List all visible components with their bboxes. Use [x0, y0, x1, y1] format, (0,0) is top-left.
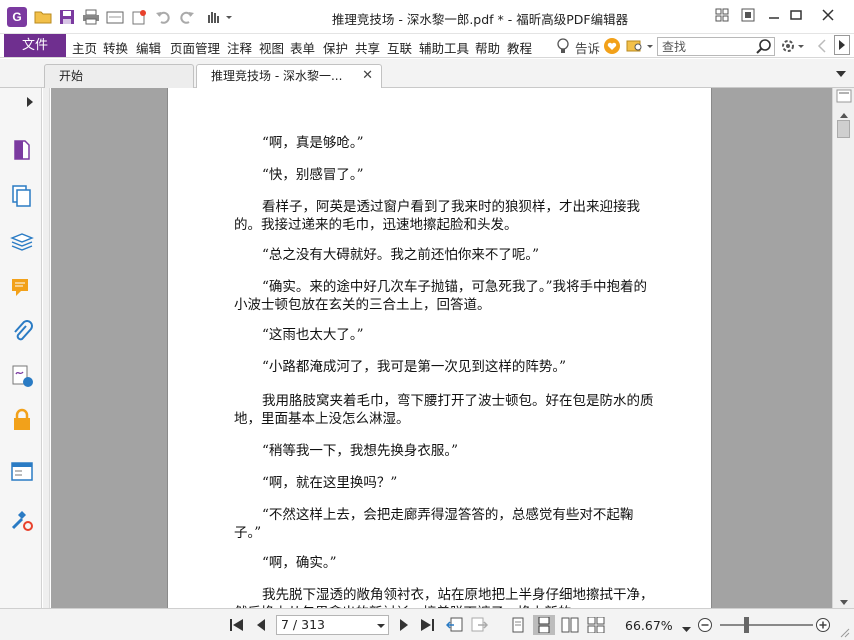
menu-bar: 文件 主页 转换 编辑 页面管理 注释 视图 表单 保护 共享 互联 辅助工具 … [0, 34, 854, 58]
zoom-level[interactable]: 66.67% [625, 618, 673, 633]
search-icon[interactable] [756, 39, 772, 58]
menu-home[interactable]: 主页 [72, 38, 97, 57]
comments-icon[interactable] [10, 276, 34, 300]
window-title: 推理竞技场 - 深水黎一郎.pdf * - 福昕高级PDF编辑器 [331, 12, 629, 27]
paragraph: “啊，真是够呛。” [262, 135, 364, 151]
continuous-view-icon[interactable] [533, 615, 555, 635]
menu-comment[interactable]: 注释 [227, 38, 252, 57]
tab-start-label: 开始 [59, 69, 84, 83]
paragraph: 看样子，阿英是透过窗户看到了我来时的狼狈样，才出来迎接我的。我接过递来的毛巾，迅… [234, 199, 640, 233]
paragraph: “确实。来的途中好几次车子抛锚，可急死我了。”我将手中抱着的小波士顿包放在玄关的… [234, 279, 648, 313]
tell-me-label[interactable]: 告诉 [575, 38, 600, 57]
paragraph: “总之没有大碍就好。我之前还怕你来不了呢。” [262, 247, 540, 263]
pages-panel-icon[interactable] [10, 184, 34, 208]
pdf-page: “啊，真是够呛。” “快，别感冒了。” 看样子，阿英是透过窗户看到了我来时的狼狈… [167, 88, 712, 608]
settings-gear-icon[interactable] [780, 36, 806, 56]
paragraph: 我用胳肢窝夹着毛巾，弯下腰打开了波士顿包。好在包是防水的质地，里面基本上没怎么淋… [234, 393, 654, 427]
tab-document-label: 推理竞技场 - 深水黎一... [211, 69, 343, 83]
heart-icon[interactable] [602, 36, 622, 56]
zoom-slider-handle[interactable] [744, 617, 749, 633]
menu-tutorial[interactable]: 教程 [507, 38, 532, 57]
navigation-panel [0, 88, 42, 608]
continuous-facing-view-icon[interactable] [587, 617, 605, 633]
paragraph: “稍等我一下，我想先换身衣服。” [262, 443, 459, 459]
tab-document[interactable]: 推理竞技场 - 深水黎一... ✕ [196, 64, 382, 89]
maximize-icon[interactable] [784, 5, 808, 25]
paragraph: 我先脱下湿透的敞角领衬衣，站在原地把上半身仔细地擦拭干净，然后换上从包里拿出的新… [234, 587, 654, 608]
tab-start[interactable]: 开始 [44, 64, 194, 88]
paragraph: “啊，就在这里换吗？” [262, 475, 398, 491]
destinations-icon[interactable] [10, 508, 34, 532]
document-tab-bar: 开始 推理竞技场 - 深水黎一... ✕ [0, 59, 854, 89]
paragraph: “不然这样上去，会把走廊弄得湿答答的，总感觉有些对不起鞠子。” [234, 507, 634, 541]
attachments-icon[interactable] [10, 320, 34, 344]
resize-grip-icon[interactable] [840, 627, 850, 640]
minimize-icon[interactable] [762, 5, 786, 25]
fullscreen-icon[interactable] [736, 5, 760, 25]
security-lock-icon[interactable] [10, 408, 34, 432]
paragraph: “这雨也太大了。” [262, 327, 364, 343]
menu-protect[interactable]: 保护 [323, 38, 348, 57]
menu-form[interactable]: 表单 [290, 38, 315, 57]
zoom-slider-track[interactable] [720, 624, 813, 626]
save-icon[interactable] [57, 7, 77, 27]
form-fields-icon[interactable] [10, 460, 34, 484]
menu-share[interactable]: 共享 [355, 38, 380, 57]
page-number-input[interactable]: 7 / 313 [276, 615, 389, 635]
search-input[interactable] [658, 38, 754, 55]
redo-icon[interactable] [177, 7, 197, 27]
app-logo: G [7, 7, 27, 27]
panel-splitter[interactable] [43, 88, 50, 608]
file-menu-button[interactable]: 文件 [4, 34, 66, 57]
signatures-icon[interactable] [10, 364, 34, 388]
undo-icon[interactable] [153, 7, 173, 27]
first-page-icon[interactable] [228, 617, 246, 633]
search-box [657, 37, 775, 56]
find-options-icon[interactable] [626, 36, 654, 56]
menu-connect[interactable]: 互联 [387, 38, 412, 57]
vertical-scrollbar[interactable] [832, 88, 854, 608]
zoom-in-icon[interactable] [814, 617, 832, 633]
document-viewport[interactable]: “啊，真是够呛。” “快，别感冒了。” 看样子，阿英是透过窗户看到了我来时的狼狈… [51, 88, 832, 608]
open-folder-icon[interactable] [33, 7, 53, 27]
title-bar: G 推理竞技场 - 深水黎一郎.pdf * - 福昕高级PDF编辑器 [0, 0, 854, 34]
status-bar: 7 / 313 66.67% [0, 608, 854, 640]
ribbon-next-icon[interactable] [834, 35, 850, 55]
menu-edit[interactable]: 编辑 [136, 38, 161, 57]
previous-page-icon[interactable] [252, 617, 270, 633]
last-page-icon[interactable] [418, 617, 436, 633]
close-icon[interactable] [816, 5, 840, 25]
zoom-dropdown-icon[interactable] [682, 622, 691, 636]
tab-list-dropdown-icon[interactable] [835, 68, 847, 82]
page-number-value: 7 / 313 [281, 617, 325, 632]
menu-accessibility[interactable]: 辅助工具 [419, 38, 469, 57]
layers-icon[interactable] [10, 230, 34, 254]
page-dropdown-icon[interactable] [377, 616, 385, 639]
menu-view[interactable]: 视图 [259, 38, 284, 57]
single-page-view-icon[interactable] [509, 617, 527, 633]
paragraph: “啊，确实。” [262, 555, 337, 571]
menu-organize[interactable]: 页面管理 [170, 38, 220, 57]
paragraph: “小路都淹成河了，我可是第一次见到这样的阵势。” [262, 359, 567, 375]
new-document-icon[interactable] [129, 7, 149, 27]
scroll-up-icon[interactable] [836, 88, 852, 104]
layout-icon[interactable] [710, 5, 734, 25]
expand-panel-icon[interactable] [26, 96, 34, 111]
scan-icon[interactable] [105, 7, 125, 27]
print-icon[interactable] [81, 7, 101, 27]
menu-convert[interactable]: 转换 [103, 38, 128, 57]
next-page-icon[interactable] [395, 617, 413, 633]
scroll-thumb[interactable] [837, 120, 850, 138]
ribbon-prev-icon[interactable] [812, 36, 832, 56]
pages-thumbnail-icon[interactable] [10, 138, 34, 162]
facing-view-icon[interactable] [561, 617, 579, 633]
tab-close-icon[interactable]: ✕ [362, 65, 373, 87]
lightbulb-icon[interactable] [553, 36, 573, 56]
zoom-out-icon[interactable] [696, 617, 714, 633]
hand-tool-dropdown-icon[interactable] [203, 7, 233, 27]
paragraph: “快，别感冒了。” [262, 167, 364, 183]
previous-view-icon[interactable] [446, 617, 464, 633]
menu-help[interactable]: 帮助 [475, 38, 500, 57]
next-view-icon[interactable] [470, 617, 488, 633]
